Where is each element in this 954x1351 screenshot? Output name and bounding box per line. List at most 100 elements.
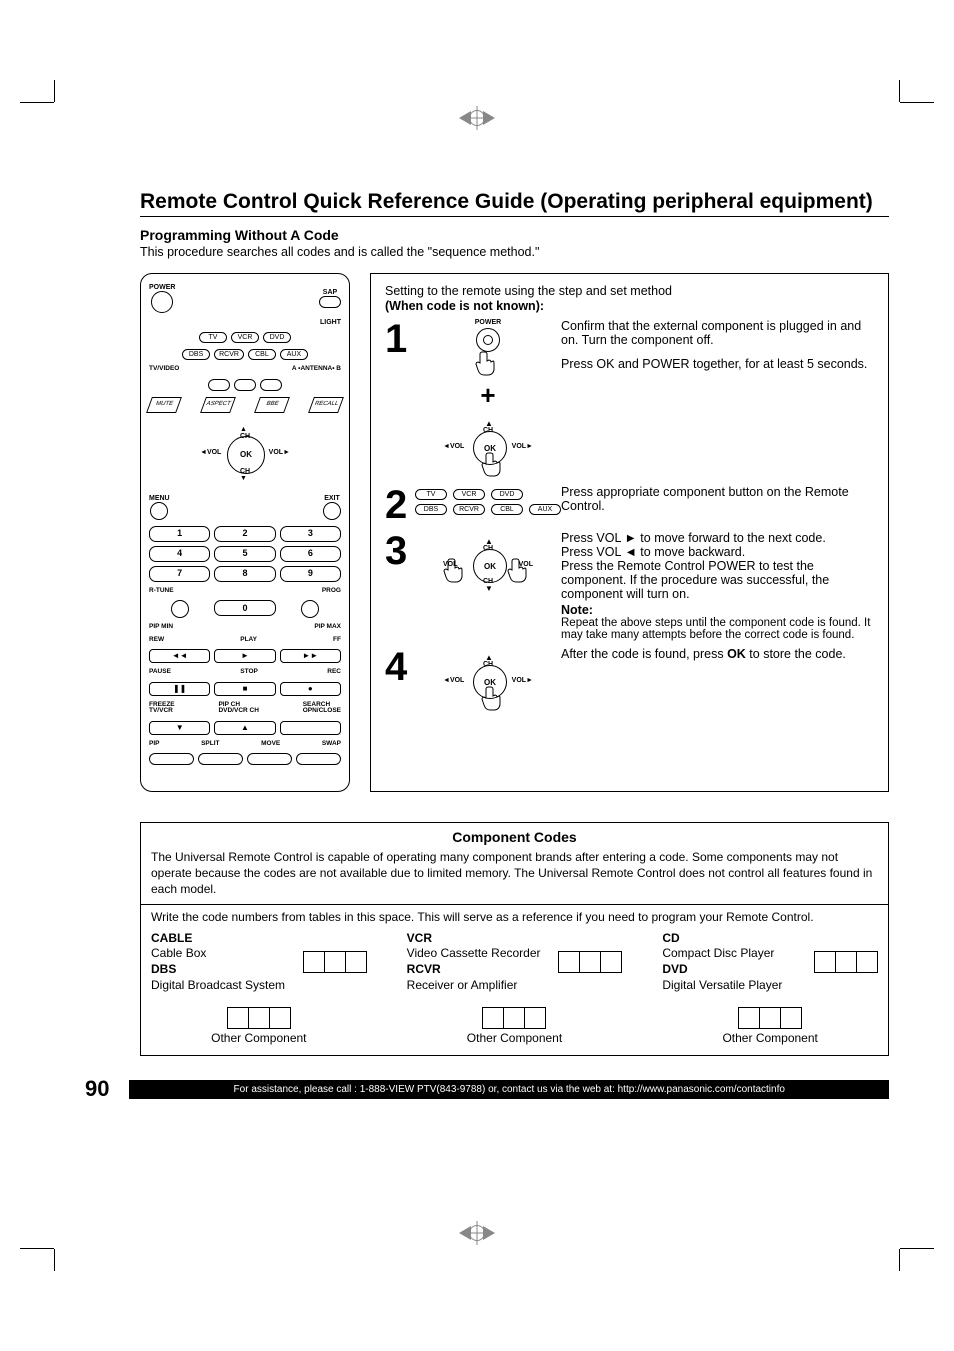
other-component-3: Other Component [722, 1031, 817, 1045]
pipmin-label: PIP MIN [149, 624, 173, 631]
stop-label: STOP [240, 669, 258, 676]
step-1-number: 1 [385, 319, 415, 359]
remote-diagram: POWER SAP LIGHT TV VCR DVD [140, 273, 350, 792]
step-1-text-1: Confirm that the external component is p… [561, 319, 874, 347]
tvvideo-label: TV/VIDEO [149, 366, 179, 373]
step-3-text-3: Press the Remote Control POWER to test t… [561, 559, 874, 601]
step-3-navpad: ▲ CH VOL OK VOL CH ▼ [443, 531, 533, 597]
registration-mark-top [459, 110, 495, 126]
hand-icon [479, 449, 509, 479]
tv-button: TV [199, 332, 227, 343]
prog-label: PROG [322, 588, 341, 595]
step-3-note-text: Repeat the above steps until the compone… [561, 617, 874, 641]
hand-icon [473, 348, 503, 378]
num-6: 6 [280, 546, 341, 562]
code-input-cable[interactable] [303, 951, 367, 973]
dbs-button: DBS [182, 349, 210, 360]
pause-button-icon: ❚❚ [149, 682, 210, 696]
light-label: LIGHT [320, 319, 341, 326]
recall-button: RECALL [308, 397, 344, 413]
rtune-label: R-TUNE [149, 588, 174, 595]
dvdvcrch-label: DVD/VCR CH [218, 707, 258, 714]
hand-icon [441, 555, 471, 585]
step-3-note-head: Note: [561, 603, 874, 617]
move-button-icon [247, 753, 292, 765]
code-input-other-1[interactable] [227, 1007, 291, 1029]
play-button-icon: ► [214, 649, 275, 663]
component-codes-para2: Write the code numbers from tables in th… [151, 909, 878, 925]
prog-button-icon [301, 600, 319, 618]
step-4-navpad: ▲ CH ◄VOL OK VOL► [443, 647, 533, 713]
power-label: POWER [149, 284, 175, 291]
num-7: 7 [149, 566, 210, 582]
aspect-button: ASPECT [200, 397, 236, 413]
page-number: 90 [85, 1076, 109, 1102]
swap-button-icon [296, 753, 341, 765]
code-cablebox-label: Cable Box [151, 946, 206, 960]
code-dbs-desc: Digital Broadcast System [151, 978, 285, 992]
freeze-button-icon: ▼ [149, 721, 210, 735]
pip-label: PIP [149, 741, 159, 748]
step-1-text-2: Press OK and POWER together, for at leas… [561, 357, 874, 371]
num-9: 9 [280, 566, 341, 582]
ff-button-icon: ►► [280, 649, 341, 663]
code-cable-label: CABLE [151, 931, 192, 945]
page-title: Remote Control Quick Reference Guide (Op… [140, 190, 889, 217]
code-vcr-desc: Video Cassette Recorder [407, 946, 541, 960]
assistance-footer: For assistance, please call : 1-888-VIEW… [129, 1080, 889, 1099]
num-5: 5 [214, 546, 275, 562]
mute-button: MUTE [146, 397, 182, 413]
sap-button-icon [319, 296, 341, 308]
dvd-button: DVD [263, 332, 291, 343]
stop-button-icon: ■ [214, 682, 275, 696]
code-input-other-3[interactable] [738, 1007, 802, 1029]
code-rcvr-label: RCVR [407, 962, 441, 976]
component-codes-box: Component Codes The Universal Remote Con… [140, 822, 889, 1056]
antenna-button-icon [260, 379, 282, 391]
bbe-button: BBE [254, 397, 290, 413]
play-label: PLAY [240, 637, 257, 644]
num-3: 3 [280, 526, 341, 542]
ff-label: FF [333, 637, 341, 644]
code-vcr-label: VCR [407, 931, 432, 945]
exit-label: EXIT [324, 495, 340, 502]
code-dvd-desc: Digital Versatile Player [662, 978, 782, 992]
arrows-button-icon [234, 379, 256, 391]
power-button-icon [151, 291, 173, 313]
code-input-vcr[interactable] [558, 951, 622, 973]
search-button-icon [280, 721, 341, 735]
code-dbs-label: DBS [151, 962, 176, 976]
rew-label: REW [149, 637, 164, 644]
num-8: 8 [214, 566, 275, 582]
setting-sub: (When code is not known): [385, 299, 874, 313]
pip-button-icon [149, 753, 194, 765]
component-codes-para1: The Universal Remote Control is capable … [151, 849, 878, 898]
other-component-1: Other Component [211, 1031, 306, 1045]
tvvcr-label: TV/VCR [149, 707, 173, 714]
tvvideo-button-icon [208, 379, 230, 391]
swap-label: SWAP [322, 741, 341, 748]
pipch-button-icon: ▲ [214, 721, 275, 735]
split-button-icon [198, 753, 243, 765]
step-2-number: 2 [385, 485, 415, 525]
code-input-cd[interactable] [814, 951, 878, 973]
rew-button-icon: ◄◄ [149, 649, 210, 663]
rcvr-button: RCVR [214, 349, 244, 360]
plus-icon: + [480, 380, 495, 411]
code-input-other-2[interactable] [482, 1007, 546, 1029]
step-2-text: Press appropriate component button on th… [561, 485, 874, 513]
rtune-button-icon [171, 600, 189, 618]
step-4-text: After the code is found, press OK to sto… [561, 647, 874, 661]
registration-mark-bottom [459, 1225, 495, 1241]
split-label: SPLIT [201, 741, 219, 748]
code-cd-desc: Compact Disc Player [662, 946, 774, 960]
menu-label: MENU [149, 495, 170, 502]
step-3-text-2: Press VOL ◄ to move backward. [561, 545, 874, 559]
opnclose-label: OPN/CLOSE [303, 707, 341, 714]
nav-pad: ▲CH ◄VOL OK VOL► CH▼ [200, 419, 290, 489]
sap-label: SAP [323, 289, 337, 296]
rec-button-icon: ● [280, 682, 341, 696]
hand-icon [505, 555, 535, 585]
cbl-button: CBL [248, 349, 276, 360]
hand-icon [479, 683, 509, 713]
